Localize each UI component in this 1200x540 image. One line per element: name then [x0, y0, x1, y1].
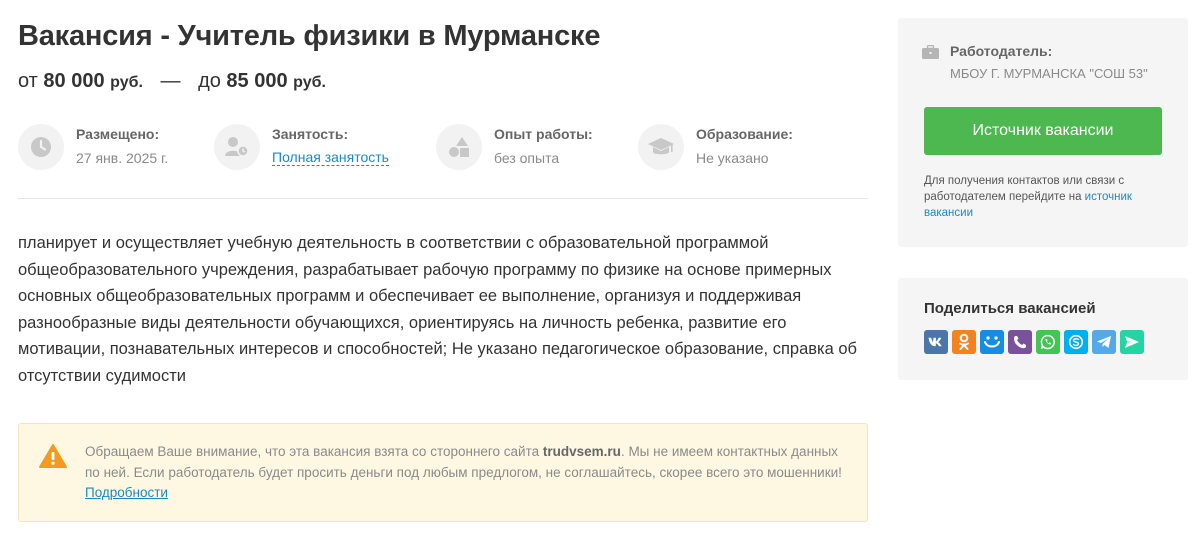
telegram-share-button[interactable]: [1092, 330, 1116, 354]
fact-label: Размещено:: [76, 126, 160, 142]
fact-value: 27 янв. 2025 г.: [76, 150, 169, 166]
fact-value: без опыта: [494, 150, 560, 166]
whatsapp-icon: [1040, 334, 1055, 350]
notice-text: Обращаем Ваше внимание, что эта вакансия…: [85, 442, 845, 504]
vacancy-source-button[interactable]: Источник вакансии: [924, 107, 1162, 155]
salary-to-word: до: [198, 70, 221, 92]
send-icon: [1125, 336, 1139, 348]
salary-to-value: 85 000: [226, 70, 288, 92]
viber-icon: [1014, 336, 1026, 349]
salary-currency: руб.: [110, 74, 143, 91]
fact-label: Опыт работы:: [494, 126, 593, 142]
send-share-button[interactable]: [1120, 330, 1144, 354]
salary-from-word: от: [18, 70, 38, 92]
salary-range: от 80 000 руб. — до 85 000 руб.: [18, 70, 326, 93]
employer-name: МБОУ Г. МУРМАНСКА "СОШ 53": [950, 66, 1148, 81]
details-link[interactable]: Подробности: [85, 485, 168, 500]
employer-label: Работодатель:: [950, 43, 1053, 59]
salary-currency: руб.: [293, 74, 326, 91]
divider: [18, 198, 868, 199]
vacancy-facts: Размещено: 27 янв. 2025 г. Занятость: По…: [18, 124, 868, 174]
third-party-notice: Обращаем Ваше внимание, что эта вакансия…: [18, 423, 868, 522]
page-title: Вакансия - Учитель физики в Мурманске: [18, 20, 601, 52]
shapes-icon: [436, 124, 482, 170]
employer-card: Работодатель: МБОУ Г. МУРМАНСКА "СОШ 53"…: [898, 18, 1188, 247]
salary-from-value: 80 000: [43, 70, 105, 92]
odnoklassniki-share-button[interactable]: [952, 330, 976, 354]
clock-icon: [18, 124, 64, 170]
salary-dash: —: [160, 70, 181, 92]
vk-share-button[interactable]: [924, 330, 948, 354]
odnoklassniki-icon: [959, 333, 969, 350]
graduation-cap-icon: [638, 124, 684, 170]
contact-hint: Для получения контактов или связи с рабо…: [924, 173, 1154, 221]
viber-share-button[interactable]: [1008, 330, 1032, 354]
skype-share-button[interactable]: [1064, 330, 1088, 354]
notice-text-before: Обращаем Ваше внимание, что эта вакансия…: [85, 444, 543, 459]
telegram-icon: [1097, 336, 1111, 348]
moi-mir-share-button[interactable]: [980, 330, 1004, 354]
whatsapp-share-button[interactable]: [1036, 330, 1060, 354]
share-card: Поделиться вакансией: [898, 278, 1188, 380]
skype-icon: [1068, 334, 1084, 350]
fact-value: Не указано: [696, 150, 769, 166]
notice-site: trudvsem.ru: [542, 444, 621, 459]
warning-icon: [39, 444, 67, 473]
employment-type-link[interactable]: Полная занятость: [272, 150, 389, 166]
moi-mir-icon: [984, 336, 1000, 348]
share-title: Поделиться вакансией: [924, 300, 1096, 317]
fact-label: Занятость:: [272, 126, 349, 142]
briefcase-icon: [922, 44, 939, 64]
people-icon: [214, 124, 260, 170]
fact-label: Образование:: [696, 126, 793, 142]
vacancy-description: планирует и осуществляет учебную деятель…: [18, 234, 857, 385]
vk-icon: [928, 337, 942, 347]
